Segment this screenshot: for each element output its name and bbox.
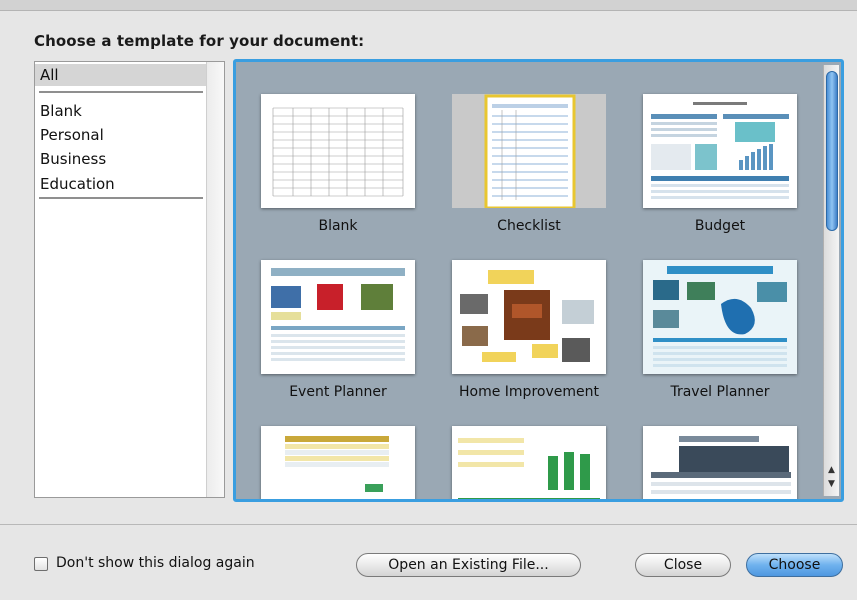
event-planner-thumbnail	[261, 260, 415, 374]
green-bar-chart-thumbnail	[452, 426, 606, 499]
close-button[interactable]: Close	[635, 553, 731, 577]
scrollbar-thumb[interactable]	[826, 71, 838, 231]
dont-show-checkbox[interactable]	[34, 557, 48, 571]
template-travel-planner[interactable]: Travel Planner	[643, 260, 803, 430]
template-photo-table[interactable]	[643, 426, 803, 499]
template-grid-scrollbar[interactable]: ▲ ▼	[823, 65, 839, 496]
category-sidebar: All Blank Personal Business Education	[34, 61, 225, 498]
dialog-heading: Choose a template for your document:	[34, 32, 365, 50]
travel-planner-thumbnail	[643, 260, 797, 374]
photo-table-thumbnail	[643, 426, 797, 499]
budget-thumbnail	[643, 94, 797, 208]
window-top-edge	[0, 0, 857, 11]
footer-divider	[0, 524, 857, 525]
template-event-planner-label: Event Planner	[289, 384, 387, 400]
template-travel-planner-label: Travel Planner	[670, 384, 770, 400]
sidebar-item-all-label: All	[40, 66, 59, 84]
home-improvement-thumbnail	[452, 260, 606, 374]
template-checklist[interactable]: Checklist	[452, 94, 612, 264]
template-blank[interactable]: Blank	[261, 94, 421, 264]
sidebar-item-blank[interactable]: Blank	[40, 101, 82, 121]
dont-show-label: Don't show this dialog again	[56, 555, 255, 571]
finance-table-thumbnail	[261, 426, 415, 499]
template-finance-table[interactable]	[261, 426, 421, 499]
template-blank-label: Blank	[318, 218, 358, 234]
template-checklist-label: Checklist	[497, 218, 561, 234]
scroll-up-arrow-icon[interactable]: ▲	[825, 464, 838, 476]
template-green-chart[interactable]	[452, 426, 612, 499]
sidebar-item-all[interactable]: All	[35, 64, 206, 86]
sidebar-item-education[interactable]: Education	[40, 174, 115, 194]
template-home-improvement-label: Home Improvement	[459, 384, 599, 400]
template-budget[interactable]: Budget	[643, 94, 803, 264]
checklist-thumbnail	[452, 94, 606, 208]
sidebar-separator	[39, 91, 203, 93]
blank-grid-thumbnail	[261, 94, 415, 208]
open-existing-file-button[interactable]: Open an Existing File...	[356, 553, 581, 577]
template-budget-label: Budget	[694, 218, 746, 234]
choose-button[interactable]: Choose	[746, 553, 843, 577]
template-home-improvement[interactable]: Home Improvement	[452, 260, 612, 430]
sidebar-item-personal[interactable]: Personal	[40, 125, 104, 145]
template-event-planner[interactable]: Event Planner	[261, 260, 421, 430]
template-grid: Blank Checklist Budget Event Planner Hom…	[233, 59, 844, 502]
scroll-down-arrow-icon[interactable]: ▼	[825, 478, 838, 490]
sidebar-item-business[interactable]: Business	[40, 149, 106, 169]
sidebar-separator	[39, 197, 203, 199]
sidebar-scrollbar[interactable]	[206, 62, 224, 497]
